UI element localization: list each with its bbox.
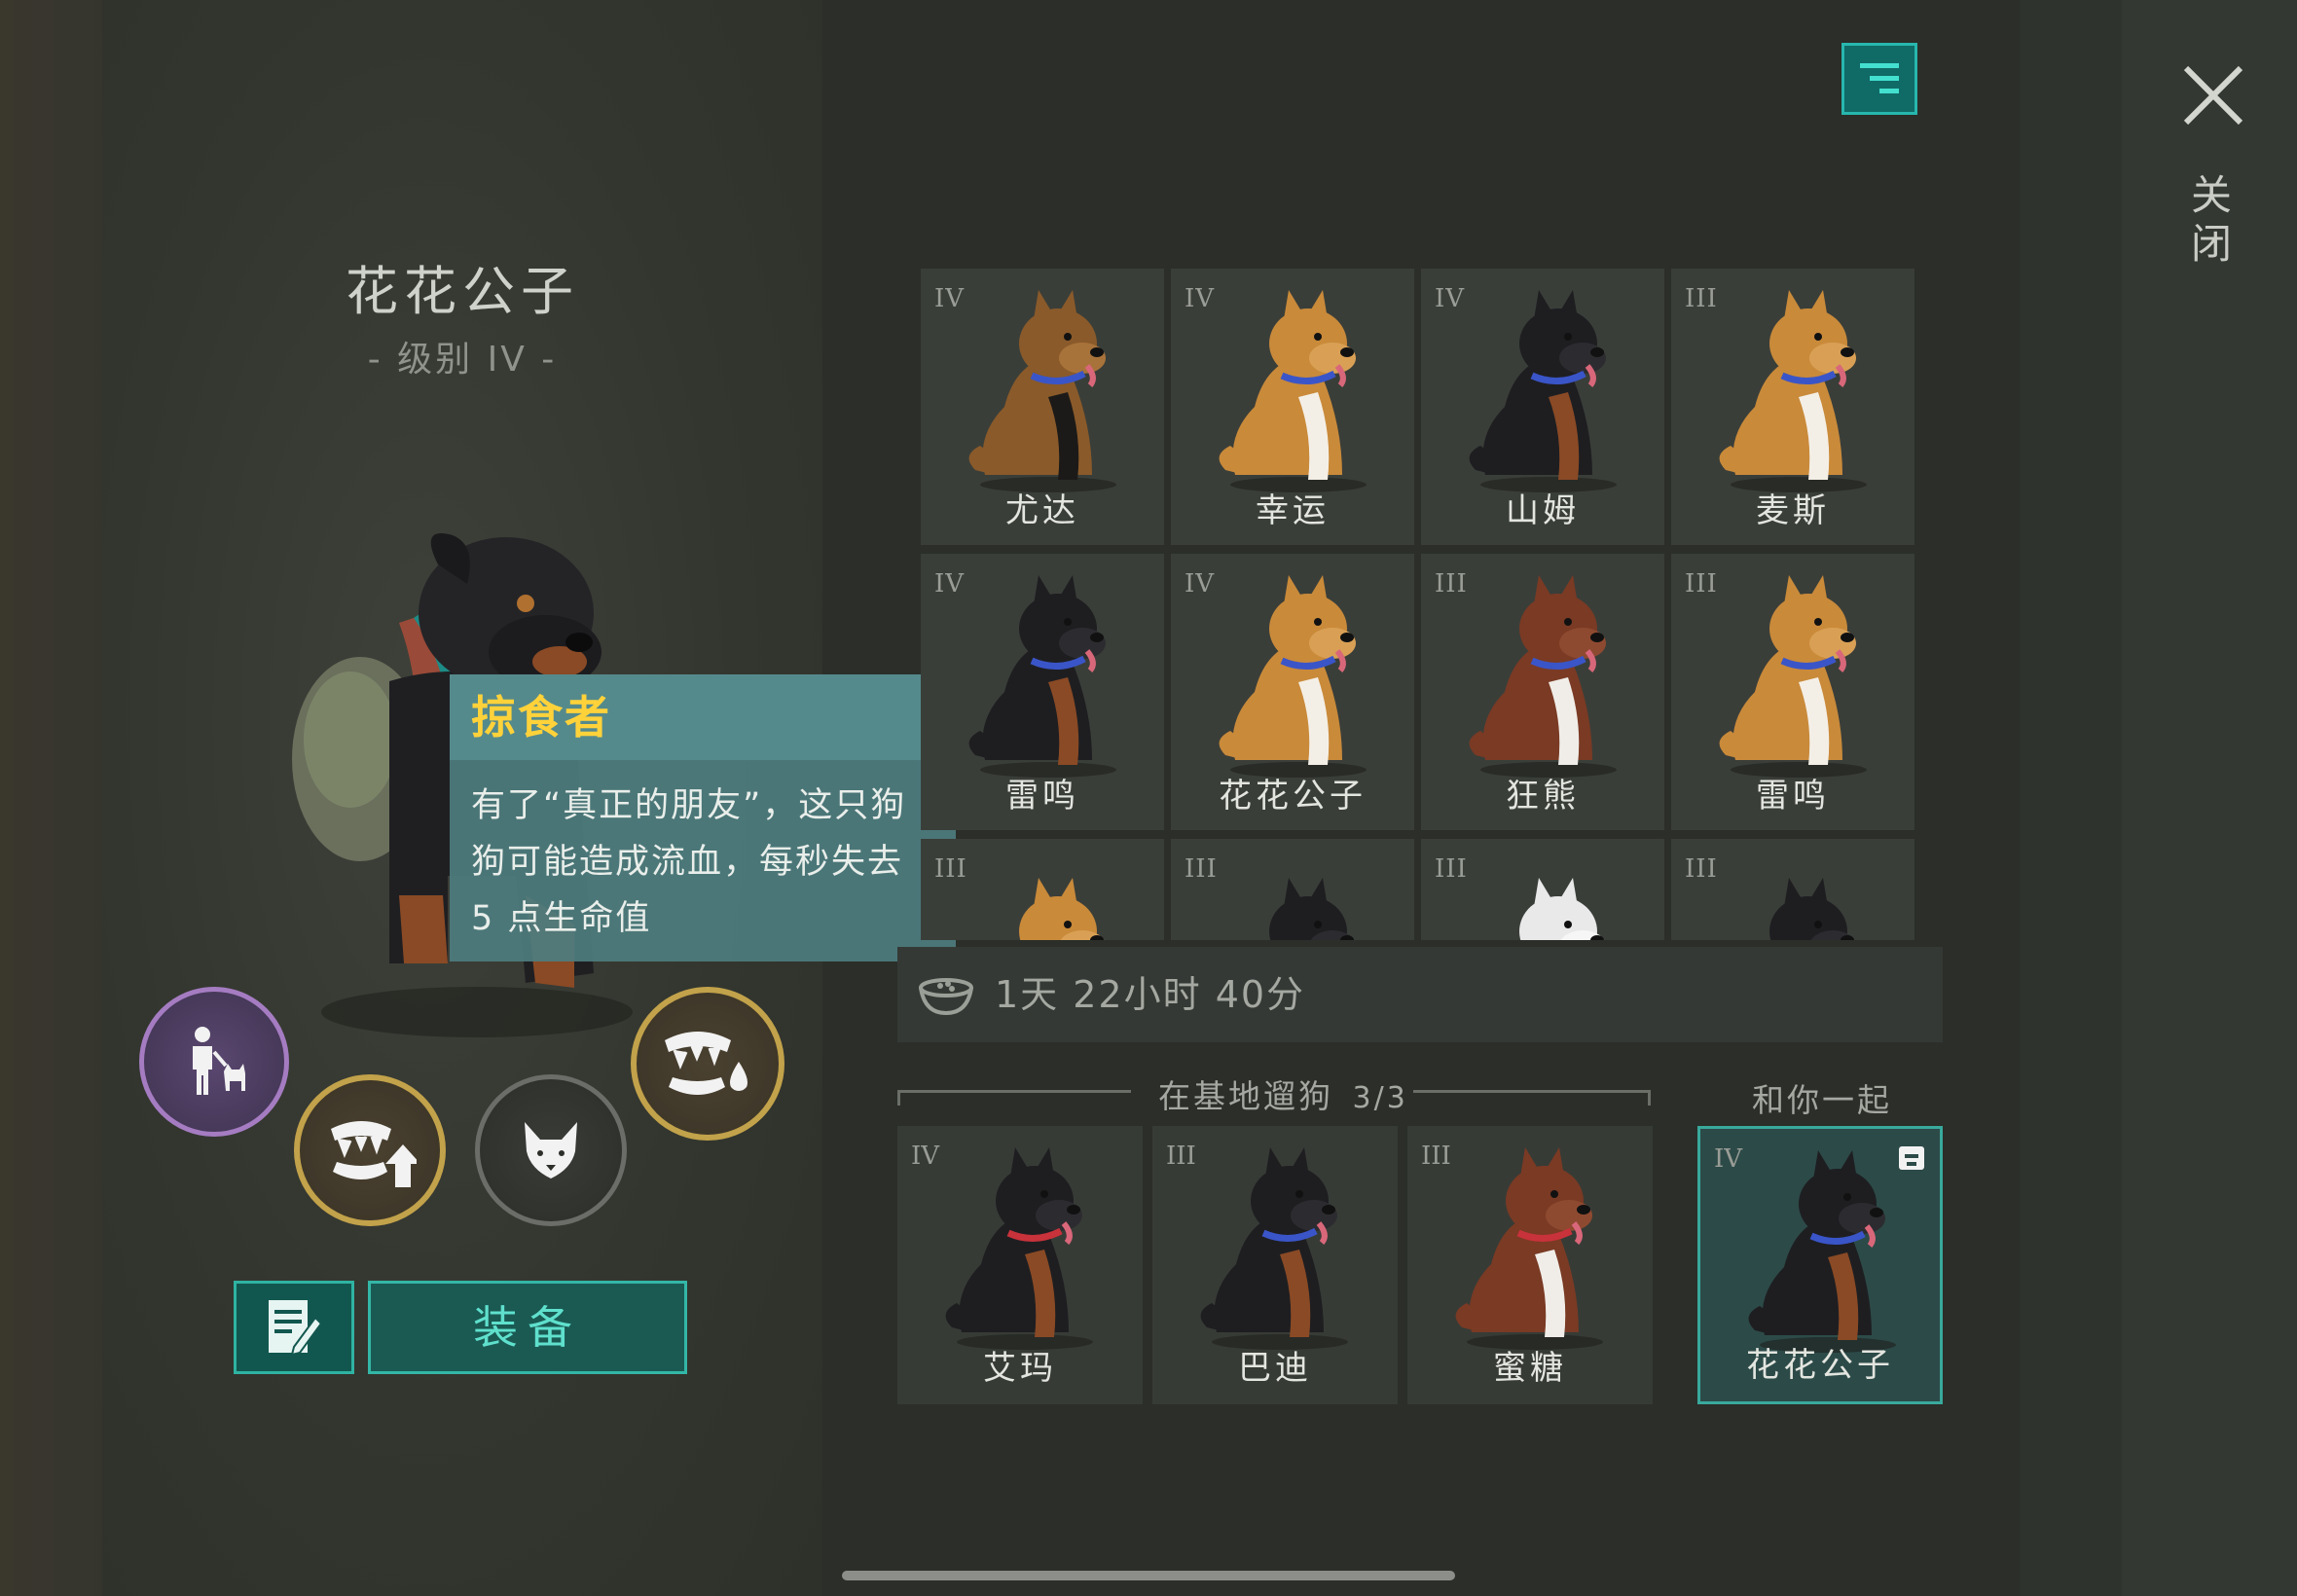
rottweiler-dog-portrait	[1200, 1147, 1348, 1350]
equip-button[interactable]: 装备	[368, 1281, 687, 1374]
rename-button[interactable]	[234, 1281, 354, 1374]
dog-card-name: 尤达	[1005, 491, 1079, 530]
companion-dog-card[interactable]: IV 花花公子	[1697, 1126, 1943, 1404]
corgi-dog-portrait	[1719, 290, 1867, 492]
dog-card-name: 雷鸣	[1756, 777, 1830, 816]
rottweiler-dog-portrait	[1769, 878, 1855, 940]
base-dog-card[interactable]: III 巴迪	[1152, 1126, 1398, 1404]
food-timer-text: 1天 22小时 40分	[995, 973, 1306, 1016]
dog-bowl-icon	[919, 978, 973, 1016]
tooltip-title: 掠食者	[450, 674, 956, 760]
dog-card[interactable]: IV 尤达	[921, 269, 1164, 545]
corgi-dog-portrait	[1719, 575, 1867, 778]
husky-dog-portrait	[1469, 575, 1617, 778]
food-timer-bar: 1天 22小时 40分	[897, 947, 1943, 1042]
close-button-label[interactable]: 关闭	[2188, 171, 2235, 269]
corgi-dog-portrait	[1219, 290, 1367, 492]
dog-card[interactable]: IV 花花公子	[1171, 554, 1414, 830]
close-icon[interactable]	[2180, 62, 2246, 128]
dog-card-name: 麦斯	[1756, 491, 1830, 530]
base-section-title-text: 在基地遛狗	[1158, 1077, 1333, 1115]
tooltip-line: 有了“真正的朋友”，这只狗	[471, 786, 907, 825]
edit-note-icon	[269, 1300, 323, 1357]
dog-name-title: 花花公子	[346, 261, 579, 322]
dog-card[interactable]: III	[1171, 839, 1414, 940]
skill-wolf-button[interactable]	[475, 1074, 627, 1226]
husky-dog-portrait	[1455, 1147, 1603, 1350]
dog-card-name: 巴迪	[1238, 1349, 1312, 1388]
dog-card-name: 花花公子	[1219, 777, 1367, 816]
dog-card[interactable]: III 麦斯	[1671, 269, 1914, 545]
corgi-dog-portrait	[1219, 575, 1367, 778]
fangs-bleed-icon	[665, 1032, 747, 1095]
rottweiler-dog-portrait	[968, 575, 1116, 778]
trainer-with-dog-icon	[193, 1027, 245, 1095]
filter-button[interactable]	[1841, 43, 1917, 115]
dog-card[interactable]: IV 雷鸣	[921, 554, 1164, 830]
corgi-dog-portrait	[1019, 878, 1105, 940]
with-you-section-title: 和你一起	[1752, 1081, 1892, 1119]
dog-level-label: - 级别 IV -	[367, 340, 558, 380]
dog-card[interactable]: III	[1671, 839, 1914, 940]
tooltip-line: 狗可能造成流血，每秒失去	[471, 843, 904, 882]
skill-tooltip: 掠食者 有了“真正的朋友”，这只狗 狗可能造成流血，每秒失去 5 点生命值	[450, 674, 956, 961]
dog-card[interactable]: III	[1421, 839, 1664, 940]
wolf-head-icon	[525, 1122, 577, 1179]
dog-card-name: 雷鸣	[1005, 777, 1079, 816]
dog-card-name: 山姆	[1506, 491, 1580, 530]
dog-card[interactable]: IV 幸运	[1171, 269, 1414, 545]
base-dog-card[interactable]: IV 艾玛	[897, 1126, 1143, 1404]
dog-card-name: 艾玛	[983, 1349, 1057, 1388]
dog-card[interactable]: IV 山姆	[1421, 269, 1664, 545]
section-line-left	[897, 1090, 1131, 1093]
skill-fangs-upgrade-button[interactable]	[294, 1074, 446, 1226]
home-indicator	[842, 1571, 1455, 1580]
dog-card[interactable]: III 狂熊	[1421, 554, 1664, 830]
base-section-title: 在基地遛狗 3/3	[1158, 1070, 1408, 1117]
dog-card[interactable]: III 雷鸣	[1671, 554, 1914, 830]
fangs-upgrade-icon	[331, 1121, 417, 1187]
rottweiler-dog-portrait	[945, 1147, 1093, 1350]
rottweiler-dog-portrait	[1269, 878, 1355, 940]
dog-card[interactable]: III	[921, 839, 1164, 940]
dog-card-name: 幸运	[1256, 491, 1330, 530]
rottweiler-dog-portrait	[1469, 290, 1617, 492]
skill-trainer-button[interactable]	[139, 987, 289, 1137]
dog-card-name: 蜜糖	[1493, 1349, 1567, 1388]
section-line-right	[1413, 1090, 1651, 1093]
tooltip-description: 有了“真正的朋友”，这只狗 狗可能造成流血，每秒失去 5 点生命值	[450, 760, 956, 947]
skill-predator-button[interactable]	[631, 987, 784, 1141]
base-section-count: 3/3	[1352, 1081, 1408, 1115]
dog-list-grid[interactable]: IV 尤达 IV 幸运 IV 山姆 III 麦斯 IV 雷鸣 IV 花花公子 III 狂熊 III 雷鸣 III…	[921, 269, 1917, 940]
base-dog-card[interactable]: III 蜜糖	[1407, 1126, 1653, 1404]
section-bracket-right	[1648, 1090, 1651, 1106]
tooltip-line: 5 点生命值	[471, 899, 652, 938]
white-dog-portrait	[1519, 878, 1605, 940]
rottweiler-dog-portrait	[1748, 1150, 1896, 1353]
shepherd-dog-portrait	[968, 290, 1116, 492]
dog-card-name: 狂熊	[1506, 777, 1580, 816]
dog-card-name: 花花公子	[1746, 1346, 1894, 1385]
background-left	[0, 0, 102, 1596]
filter-sort-icon	[1860, 63, 1899, 93]
